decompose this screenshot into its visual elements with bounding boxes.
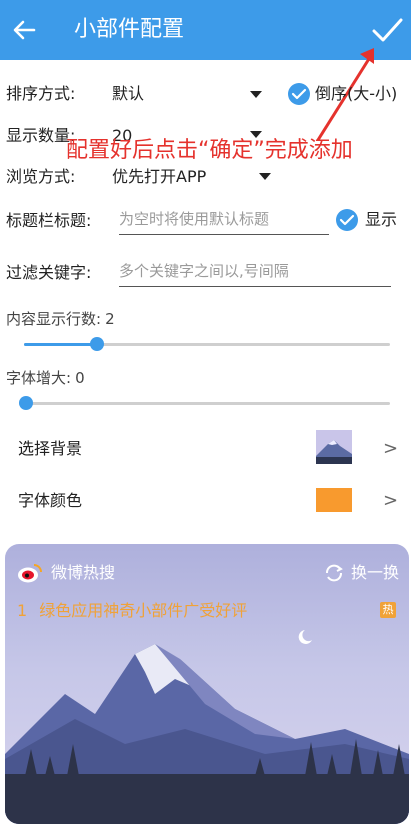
background-label: 选择背景 [18, 439, 83, 458]
font-size-label-text: 字体增大: [6, 369, 72, 387]
lines-label-text: 内容显示行数: [6, 310, 102, 328]
font-color-chevron-icon[interactable]: > [383, 490, 398, 512]
lines-slider-thumb[interactable] [90, 337, 105, 351]
browse-dropdown-icon[interactable] [259, 173, 271, 180]
font-color-swatch[interactable] [316, 488, 352, 512]
font-size-value: 0 [75, 369, 85, 387]
show-title-label: 显示 [365, 210, 398, 229]
browse-select[interactable]: 优先打开APP [112, 166, 206, 188]
preview-title: 微博热搜 [51, 563, 116, 582]
browse-label: 浏览方式: [6, 167, 76, 186]
font-color-label: 字体颜色 [18, 491, 83, 510]
font-size-slider-track[interactable] [24, 402, 390, 405]
weibo-logo-icon [17, 562, 43, 584]
sort-dropdown-icon[interactable] [250, 91, 262, 98]
back-arrow-icon[interactable] [8, 12, 44, 48]
sort-select[interactable]: 默认 [112, 83, 144, 105]
hot-badge: 热 [380, 602, 396, 618]
lines-label: 内容显示行数: 2 [6, 309, 115, 329]
reverse-checkbox[interactable] [288, 83, 310, 105]
background-thumbnail[interactable] [316, 430, 352, 464]
reverse-label: 倒序(大-小) [315, 84, 398, 103]
lines-value: 2 [105, 310, 115, 328]
mountain-landscape [5, 630, 409, 824]
hot-item-text: 绿色应用神奇小部件广受好评 [39, 601, 248, 620]
lines-slider-fill [24, 343, 98, 346]
font-size-label: 字体增大: 0 [6, 368, 85, 388]
sort-label: 排序方式: [6, 84, 76, 103]
hot-item-index: 1 [17, 601, 28, 620]
instruction-annotation: 配置好后点击“确定”完成添加 [66, 138, 353, 163]
font-size-slider-thumb[interactable] [19, 396, 33, 410]
hot-list-item[interactable]: 1 绿色应用神奇小部件广受好评 [17, 600, 247, 622]
filter-input[interactable]: 多个关键字之间以,号间隔 [119, 260, 391, 287]
count-label: 显示数量: [6, 126, 76, 145]
background-chevron-icon[interactable]: > [383, 438, 398, 460]
filter-label: 过滤关键字: [6, 263, 92, 282]
show-title-checkbox[interactable] [336, 209, 358, 231]
title-field-label: 标题栏标题: [6, 211, 92, 230]
page-title: 小部件配置 [74, 17, 185, 42]
refresh-button[interactable]: 换一换 [351, 562, 399, 584]
title-input[interactable]: 为空时将使用默认标题 [119, 208, 329, 235]
refresh-icon[interactable] [323, 562, 345, 584]
widget-preview: 微博热搜 换一换 1 绿色应用神奇小部件广受好评 热 [5, 544, 409, 824]
